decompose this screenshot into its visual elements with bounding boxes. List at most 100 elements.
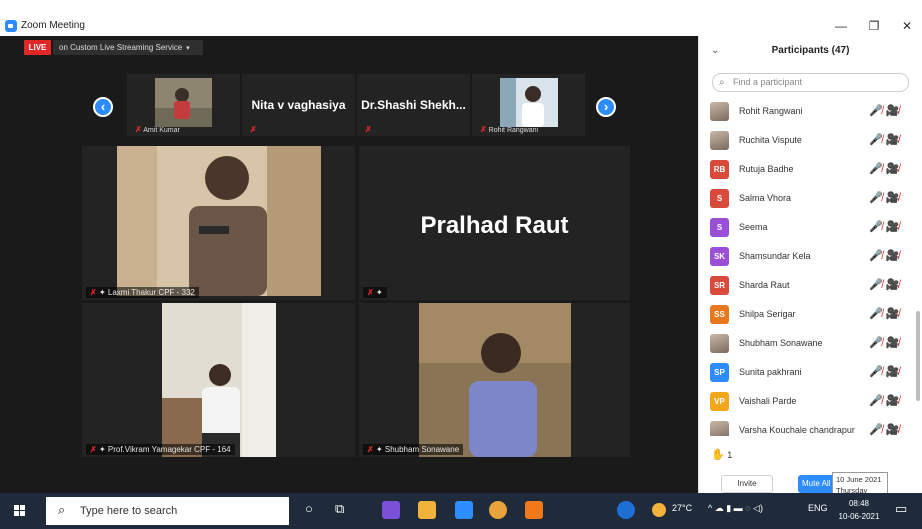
language-indicator[interactable]: ENG <box>808 503 828 513</box>
muted-mic-icon: ✗ <box>250 125 257 134</box>
avatar <box>710 421 729 436</box>
start-button[interactable] <box>14 505 26 517</box>
help-app-icon[interactable] <box>617 501 635 519</box>
cortana-icon[interactable]: ○ <box>305 501 313 516</box>
participant-name: Seema <box>739 222 768 232</box>
video-tile-vikram[interactable]: ✗ ✦ Prof.Vikram Yamagekar CPF - 164 <box>82 303 355 457</box>
temperature-label[interactable]: 27°C <box>672 503 692 513</box>
muted-mic-icon: ✗ <box>365 125 372 134</box>
participant-name: Sharda Raut <box>739 280 790 290</box>
avatar: SS <box>710 305 729 324</box>
pin-icon: ✦ <box>375 288 383 297</box>
participant-row[interactable]: SP Sunita pakhrani 🎤̸ 🎥̸ <box>699 358 917 387</box>
participants-panel: ⌄ Participants (47) ⌕ Find a participant… <box>698 36 922 499</box>
muted-mic-and-video-icon[interactable]: 🎤̸ 🎥̸ <box>869 365 899 378</box>
muted-mic-and-video-icon[interactable]: 🎤̸ 🎥̸ <box>869 307 899 320</box>
participant-name-label: ✗ ✦ Shubham Sonawane <box>363 444 464 455</box>
muted-mic-and-video-icon[interactable]: 🎤̸ 🎥̸ <box>869 104 899 117</box>
participant-name: Shilpa Serigar <box>739 309 796 319</box>
participant-status: ✗ ✦ <box>363 287 387 298</box>
strip-tile-amit[interactable]: ✗ Amit Kumar <box>127 74 240 136</box>
file-explorer-icon[interactable] <box>418 501 436 519</box>
participant-row[interactable]: SK Shamsundar Kela 🎤̸ 🎥̸ <box>699 242 917 271</box>
participant-row[interactable]: SS Shilpa Serigar 🎤̸ 🎥̸ <box>699 300 917 329</box>
participant-row[interactable]: S Salma Vhora 🎤̸ 🎥̸ <box>699 184 917 213</box>
participant-search-input[interactable]: ⌕ Find a participant <box>712 73 909 92</box>
participant-row[interactable]: Shubham Sonawane 🎤̸ 🎥̸ <box>699 329 917 358</box>
participant-row[interactable]: RB Rutuja Badhe 🎤̸ 🎥̸ <box>699 155 917 184</box>
participant-row[interactable]: Ruchita Vispute 🎤̸ 🎥̸ <box>699 126 917 155</box>
live-stream-dropdown[interactable]: on Custom Live Streaming Service ▾ <box>53 40 203 55</box>
muted-mic-and-video-icon[interactable]: 🎤̸ 🎥̸ <box>869 278 899 291</box>
participant-status: ✗ <box>365 125 372 134</box>
participants-title: Participants (47) <box>771 45 850 56</box>
participant-video <box>419 303 571 457</box>
live-badge[interactable]: LIVE <box>24 40 51 55</box>
vlc-icon[interactable] <box>525 501 543 519</box>
taskbar-search-placeholder: Type here to search <box>80 505 178 517</box>
muted-mic-icon: ✗ <box>90 288 97 297</box>
muted-mic-icon: ✗ <box>135 125 142 134</box>
system-tray-icons[interactable]: ^ ☁ ▮ ▬ ◌ ◁) <box>708 503 763 514</box>
task-view-icon[interactable]: ⧉ <box>335 501 344 517</box>
participant-video <box>155 78 212 127</box>
participant-name-label: Nita v vaghasiya <box>251 98 346 112</box>
raised-hands-count: ✋ 1 <box>711 449 733 461</box>
muted-mic-and-video-icon[interactable]: 🎤̸ 🎥̸ <box>869 191 899 204</box>
muted-mic-icon: ✗ <box>480 125 487 134</box>
muted-mic-and-video-icon[interactable]: 🎤̸ 🎥̸ <box>869 133 899 146</box>
teams-icon[interactable] <box>382 501 400 519</box>
avatar: RB <box>710 160 729 179</box>
search-icon: ⌕ <box>719 77 725 88</box>
video-tile-laxmi[interactable]: ✗ ✦ Laxmi Thakur CPF - 332 <box>82 146 355 300</box>
participant-row[interactable]: SR Sharda Raut 🎤̸ 🎥̸ <box>699 271 917 300</box>
avatar: VP <box>710 392 729 411</box>
avatar: SP <box>710 363 729 382</box>
previous-page-button[interactable]: ‹ <box>93 97 113 117</box>
video-tile-pralhad[interactable]: Pralhad Raut ✗ ✦ <box>359 146 630 300</box>
maximize-button[interactable]: ❐ <box>863 18 885 34</box>
participant-name: Shubham Sonawane <box>739 338 823 348</box>
participant-row[interactable]: Varsha Kouchale chandrapur 🎤̸ 🎥̸ <box>699 416 917 436</box>
muted-mic-icon: ✗ <box>367 288 374 297</box>
muted-mic-and-video-icon[interactable]: 🎤̸ 🎥̸ <box>869 162 899 175</box>
zoom-window: Zoom Meeting — ❐ ✕ LIVE on Custom Live S… <box>0 0 922 529</box>
window-title: Zoom Meeting <box>21 20 85 31</box>
muted-mic-and-video-icon[interactable]: 🎤̸ 🎥̸ <box>869 336 899 349</box>
muted-mic-and-video-icon[interactable]: 🎤̸ 🎥̸ <box>869 423 899 436</box>
strip-tile-nita[interactable]: Nita v vaghasiya ✗ <box>242 74 355 136</box>
participant-name-label: Pralhad Raut <box>420 212 569 239</box>
chevron-down-icon: ▾ <box>186 45 190 52</box>
muted-mic-and-video-icon[interactable]: 🎤̸ 🎥̸ <box>869 394 899 407</box>
participant-video <box>117 146 321 296</box>
participant-name: Sunita pakhrani <box>739 367 802 377</box>
participant-list-scrollbar[interactable] <box>916 311 920 401</box>
participant-status: ✗ <box>250 125 257 134</box>
minimize-button[interactable]: — <box>830 18 852 34</box>
muted-mic-and-video-icon[interactable]: 🎤̸ 🎥̸ <box>869 220 899 233</box>
participant-row[interactable]: S Seema 🎤̸ 🎥̸ <box>699 213 917 242</box>
invite-button[interactable]: Invite <box>721 475 773 493</box>
avatar <box>710 334 729 353</box>
strip-tile-rohit[interactable]: ✗ Rohit Rangwani <box>472 74 585 136</box>
notification-icon[interactable]: ▭ <box>895 501 907 517</box>
taskbar-clock[interactable]: 08:48 10-06-2021 <box>836 497 882 523</box>
close-button[interactable]: ✕ <box>896 18 918 34</box>
participant-name: Vaishali Parde <box>739 396 797 406</box>
weather-icon[interactable] <box>652 503 666 517</box>
zoom-app-icon[interactable] <box>455 501 473 519</box>
windows-taskbar: ⌕ Type here to search ○ ⧉ 27°C ^ ☁ ▮ ▬ ◌… <box>0 493 922 529</box>
participant-name: Varsha Kouchale chandrapur <box>739 425 855 435</box>
avatar <box>710 102 729 121</box>
next-page-button[interactable]: › <box>596 97 616 117</box>
video-tile-shubham[interactable]: ✗ ✦ Shubham Sonawane <box>359 303 630 457</box>
chrome-icon[interactable] <box>489 501 507 519</box>
taskbar-search-input[interactable]: ⌕ Type here to search <box>46 497 289 525</box>
live-stream-label: on Custom Live Streaming Service <box>59 43 183 52</box>
strip-tile-shashi[interactable]: Dr.Shashi Shekh... ✗ <box>357 74 470 136</box>
participant-row[interactable]: Rohit Rangwani 🎤̸ 🎥̸ <box>699 97 917 126</box>
avatar <box>710 131 729 150</box>
participant-row[interactable]: VP Vaishali Parde 🎤̸ 🎥̸ <box>699 387 917 416</box>
participant-list: Rohit Rangwani 🎤̸ 🎥̸ Ruchita Vispute 🎤̸ 🎥̸ R… <box>699 97 917 436</box>
muted-mic-and-video-icon[interactable]: 🎤̸ 🎥̸ <box>869 249 899 262</box>
